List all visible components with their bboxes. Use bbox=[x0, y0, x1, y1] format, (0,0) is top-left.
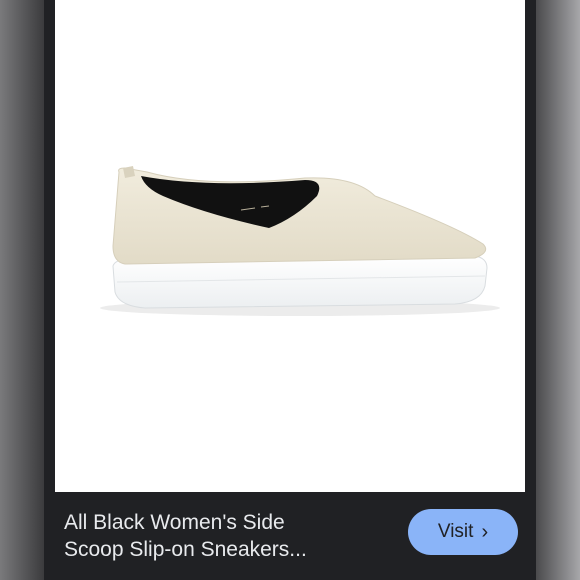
heel-tab bbox=[123, 166, 135, 178]
shoe-sole bbox=[112, 255, 488, 309]
result-title-line1: All Black Women's Side bbox=[64, 511, 285, 534]
product-image[interactable] bbox=[55, 0, 525, 492]
result-title-line2: Scoop Slip-on Sneakers... bbox=[64, 538, 307, 561]
visit-button-label: Visit bbox=[437, 521, 474, 542]
result-title[interactable]: All Black Women's Side Scoop Slip-on Sne… bbox=[64, 509, 364, 563]
blurred-background-right bbox=[536, 0, 580, 580]
shoe-illustration bbox=[100, 166, 500, 316]
image-viewer: All Black Women's Side Scoop Slip-on Sne… bbox=[44, 0, 536, 580]
result-info-panel: All Black Women's Side Scoop Slip-on Sne… bbox=[44, 492, 536, 580]
source-text bbox=[64, 572, 524, 580]
visit-button[interactable]: Visit › bbox=[408, 509, 518, 555]
chevron-right-icon: › bbox=[481, 521, 489, 543]
blurred-background-left bbox=[0, 0, 44, 580]
